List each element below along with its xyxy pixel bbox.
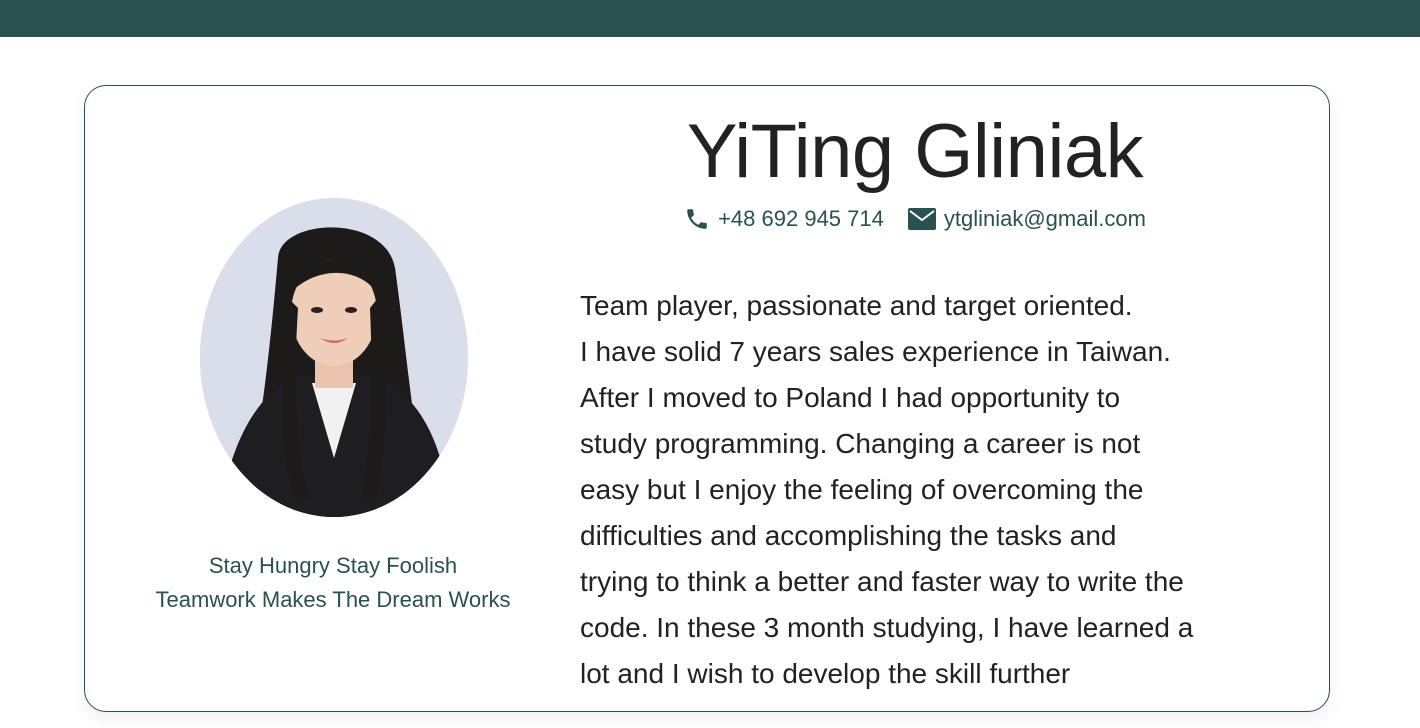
bio-line: Team player, passionate and target orien…: [580, 290, 1133, 321]
email-address: ytgliniak@gmail.com: [943, 206, 1146, 231]
profile-name: YiTing Gliniak: [686, 109, 1144, 194]
bio-line: I have solid 7 years sales experience in…: [580, 336, 1171, 367]
motto-line: Teamwork Makes The Dream Works: [155, 587, 511, 612]
bio-line: easy but I enjoy the feeling of overcomi…: [580, 474, 1144, 505]
profile-photo: [200, 198, 468, 517]
phone-icon: [684, 206, 710, 232]
motto-line: Stay Hungry Stay Foolish: [208, 553, 458, 578]
profile-card: Stay Hungry Stay Foolish Teamwork Makes …: [84, 85, 1330, 712]
bio-line: trying to think a better and faster way …: [580, 566, 1184, 597]
bio-line: After I moved to Poland I had opportunit…: [580, 382, 1121, 413]
bio-text: Team player, passionate and target orien…: [580, 283, 1270, 697]
phone-number: +48 692 945 714: [718, 206, 884, 231]
contact-info: +48 692 945 714 ytgliniak@gmail.com: [575, 206, 1255, 232]
top-bar: [0, 0, 1420, 37]
motto: Stay Hungry Stay Foolish Teamwork Makes …: [105, 549, 561, 617]
envelope-icon: [907, 208, 936, 230]
bio-line: study programming. Changing a career is …: [580, 428, 1141, 459]
bio-line: code. In these 3 month studying, I have …: [580, 612, 1194, 643]
bio-line: difficulties and accomplishing the tasks…: [580, 520, 1117, 551]
bio-line: lot and I wish to develop the skill furt…: [580, 658, 1071, 689]
phone-contact[interactable]: +48 692 945 714: [684, 206, 884, 232]
email-contact[interactable]: ytgliniak@gmail.com: [907, 206, 1146, 232]
